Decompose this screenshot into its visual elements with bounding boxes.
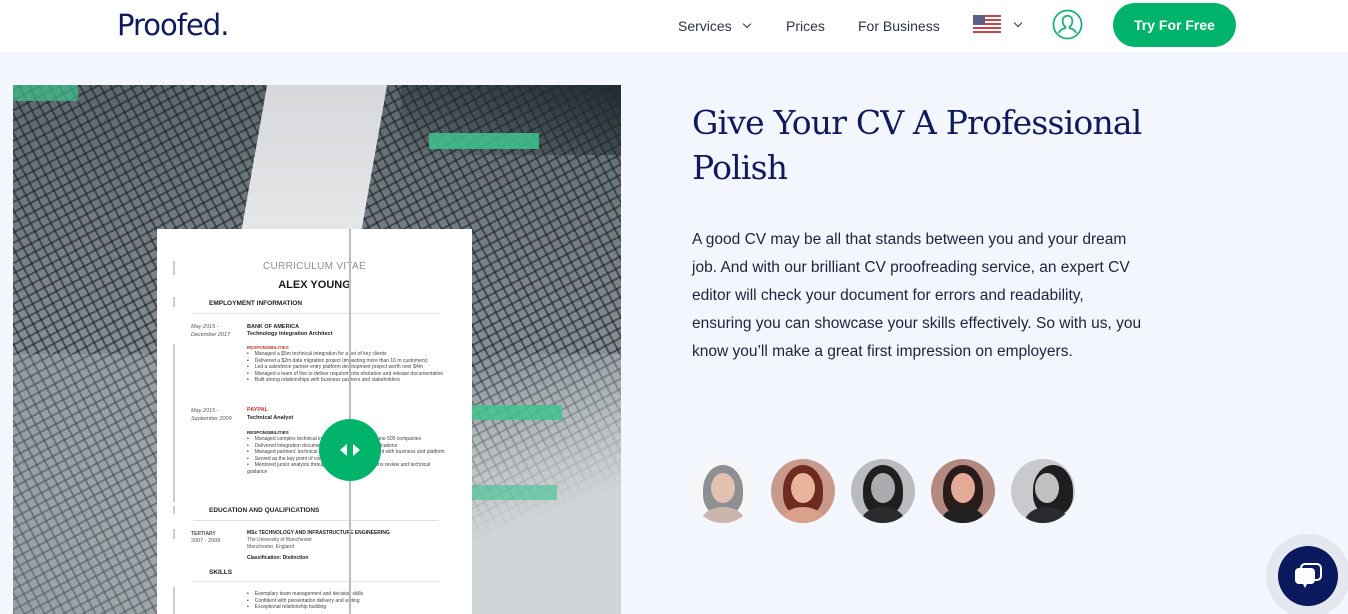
decorative-stripe	[472, 485, 557, 500]
nav-prices[interactable]: Prices	[786, 0, 825, 52]
editor-avatars	[691, 459, 1075, 523]
cv-job1-heading: RESPONSIBILITIES	[247, 345, 289, 350]
avatar	[931, 459, 995, 523]
arrow-right-icon	[353, 444, 360, 456]
cv-name: ALEX YOUNG	[278, 279, 351, 291]
margin-marker	[173, 506, 175, 514]
site-header: Proofed. Services Prices For Business Tr…	[0, 0, 1348, 52]
cv-job1-role: Technology Integration Architect	[247, 331, 333, 337]
decorative-stripe	[472, 405, 562, 420]
cv-skills-list: Exemplary team management and decision s…	[247, 591, 447, 611]
nav-for-business-label: For Business	[858, 18, 940, 34]
cv-job1-date-start: May 2015 -	[191, 324, 219, 330]
page-title: Give Your CV A Professional Polish	[692, 103, 1142, 187]
margin-marker	[173, 529, 175, 539]
nav-services[interactable]: Services	[678, 0, 751, 52]
cv-section-employment: EMPLOYMENT INFORMATION	[209, 300, 303, 307]
cv-title: CURRICULUM VITAE	[263, 261, 366, 272]
cv-job2-heading: RESPONSIBILITIES	[247, 430, 289, 435]
margin-marker	[173, 344, 175, 434]
avatar	[691, 459, 755, 523]
building-fog-left	[13, 354, 163, 614]
nav-services-label: Services	[678, 18, 732, 34]
cv-section-education: EDUCATION AND QUALIFICATIONS	[209, 507, 320, 514]
cv-job2-date-start: May 2015 -	[191, 408, 219, 414]
language-selector[interactable]	[973, 15, 1023, 35]
user-account-icon[interactable]	[1052, 9, 1083, 40]
logo[interactable]: Proofed.	[117, 8, 229, 42]
cv-edu-location: Manchester, England	[247, 544, 294, 550]
cv-job1-date-end: December 2017	[191, 332, 231, 338]
chat-button[interactable]	[1278, 546, 1338, 606]
cv-edu-degree: MSc TECHNOLOGY AND INFRASTRUCTURE ENGINE…	[247, 530, 390, 536]
decorative-stripe	[429, 133, 539, 149]
cv-bullet: Built strong relationships with business…	[247, 377, 447, 384]
cv-rule	[193, 313, 439, 314]
chat-bubble-icon	[1295, 563, 1322, 588]
cv-document-preview: CURRICULUM VITAE ALEX YOUNG EMPLOYMENT I…	[157, 229, 472, 614]
comparison-slider-handle[interactable]	[319, 419, 381, 481]
margin-marker	[173, 297, 175, 307]
nav-for-business[interactable]: For Business	[858, 0, 940, 52]
cv-edu-classification: Classification: Distinction	[247, 555, 309, 561]
cv-bullet: Led a salesforce partner entry platform …	[247, 364, 447, 371]
arrow-left-icon	[340, 444, 347, 456]
cv-job1-bullets: Managed a $5m technical integration for …	[247, 351, 447, 384]
building-fog-right	[471, 354, 621, 614]
cv-job2-company: PAYPAL	[247, 407, 268, 413]
avatar	[851, 459, 915, 523]
cv-job2-role: Technical Analyst	[247, 415, 294, 421]
cv-job2-date-end: September 2009	[191, 416, 232, 422]
nav-prices-label: Prices	[786, 18, 825, 34]
cv-section-skills: SKILLS	[209, 569, 233, 576]
cv-bullet: Exceptional relationship building	[247, 604, 447, 611]
chevron-down-icon	[1013, 18, 1023, 28]
margin-marker	[173, 432, 175, 502]
us-flag-icon	[973, 15, 1001, 35]
avatar	[1011, 459, 1075, 523]
avatar	[771, 459, 835, 523]
cv-rule	[193, 581, 439, 582]
chevron-down-icon	[742, 19, 751, 29]
sky-background	[238, 85, 388, 245]
margin-marker	[173, 587, 175, 614]
cv-rule	[193, 520, 439, 521]
try-for-free-button[interactable]: Try For Free	[1113, 3, 1236, 47]
cv-edu-school: The University of Manchester	[247, 537, 313, 543]
hero-description: A good CV may be all that stands between…	[692, 231, 1142, 360]
decorative-stripe	[13, 85, 78, 101]
cv-edu-dates: 2007 - 2009	[191, 538, 221, 544]
cv-job1-company: BANK OF AMERICA	[247, 324, 300, 330]
